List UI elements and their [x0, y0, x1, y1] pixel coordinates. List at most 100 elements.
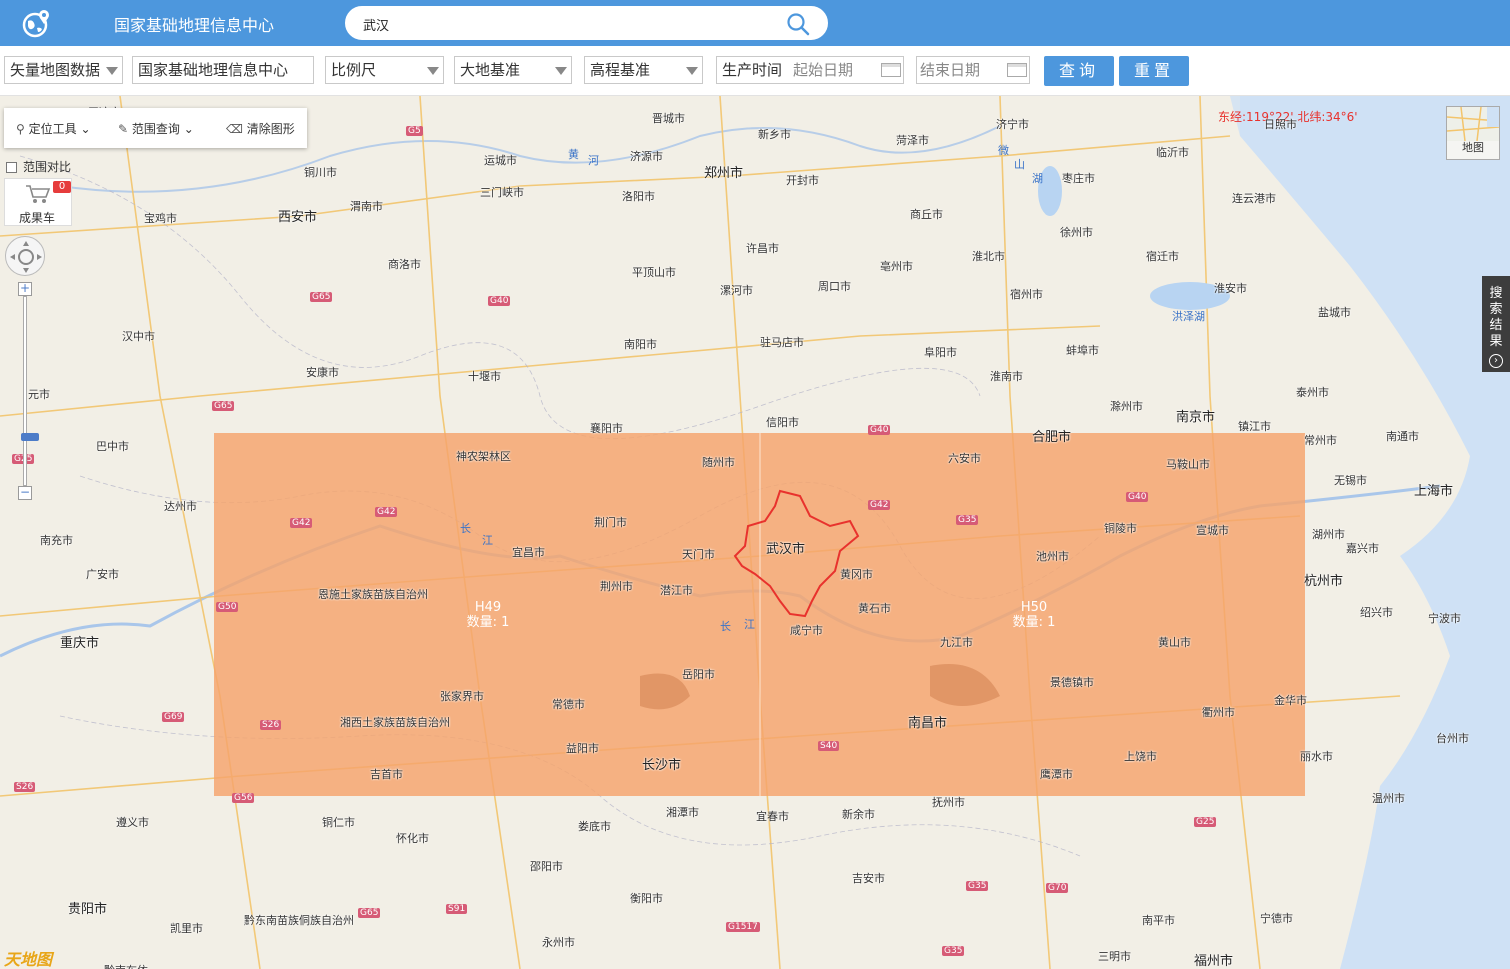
- city-label[interactable]: 漯河市: [720, 282, 753, 298]
- city-label[interactable]: 黄山市: [1158, 634, 1191, 650]
- zoom-slider-thumb[interactable]: [21, 433, 39, 441]
- query-button[interactable]: 查询: [1044, 56, 1114, 86]
- city-label[interactable]: 张家界市: [440, 688, 484, 704]
- city-label[interactable]: 马鞍山市: [1166, 456, 1210, 472]
- city-label[interactable]: 广安市: [86, 566, 119, 582]
- city-label[interactable]: 绍兴市: [1360, 604, 1393, 620]
- city-label[interactable]: 宿迁市: [1146, 248, 1179, 264]
- city-label[interactable]: 开封市: [786, 172, 819, 188]
- city-label[interactable]: 新余市: [842, 806, 875, 822]
- city-label[interactable]: 十堰市: [468, 368, 501, 384]
- city-label[interactable]: 泰州市: [1296, 384, 1329, 400]
- city-label[interactable]: 温州市: [1372, 790, 1405, 806]
- city-label[interactable]: 平顶山市: [632, 264, 676, 280]
- city-label[interactable]: 新乡市: [758, 126, 791, 142]
- pan-control[interactable]: [5, 236, 45, 276]
- city-label[interactable]: 抚州市: [932, 794, 965, 810]
- city-label[interactable]: 黔东南苗族侗族自治州: [244, 912, 354, 928]
- city-label[interactable]: 湘潭市: [666, 804, 699, 820]
- city-label[interactable]: 铜仁市: [322, 814, 355, 830]
- city-label[interactable]: 随州市: [702, 454, 735, 470]
- zoom-in-button[interactable]: +: [18, 282, 32, 296]
- city-label[interactable]: 安康市: [306, 364, 339, 380]
- city-label[interactable]: 达州市: [164, 498, 197, 514]
- city-label[interactable]: 襄阳市: [590, 420, 623, 436]
- range-compare-checkbox[interactable]: [6, 162, 17, 173]
- city-label[interactable]: 天门市: [682, 546, 715, 562]
- city-label[interactable]: 宣城市: [1196, 522, 1229, 538]
- city-label[interactable]: 鹰潭市: [1040, 766, 1073, 782]
- city-label[interactable]: 台州市: [1436, 730, 1469, 746]
- city-label[interactable]: 宜春市: [756, 808, 789, 824]
- city-label[interactable]: 南昌市: [908, 712, 947, 731]
- city-label[interactable]: 宁波市: [1428, 610, 1461, 626]
- city-label[interactable]: 许昌市: [746, 240, 779, 256]
- city-label[interactable]: 铜川市: [304, 164, 337, 180]
- map-canvas[interactable]: 东经:119°22' 北纬:34°6' H49 数量: 1 H50 数量: 1 …: [0, 96, 1510, 969]
- city-label[interactable]: 黔南布依: [104, 962, 148, 969]
- city-label[interactable]: 汉中市: [122, 328, 155, 344]
- city-label[interactable]: 驻马店市: [760, 334, 804, 350]
- city-label[interactable]: 湘西土家族苗族自治州: [340, 714, 450, 730]
- city-label[interactable]: 娄底市: [578, 818, 611, 834]
- city-label[interactable]: 盐城市: [1318, 304, 1351, 320]
- city-label[interactable]: 连云港市: [1232, 190, 1276, 206]
- city-label[interactable]: 运城市: [484, 152, 517, 168]
- city-label[interactable]: 南平市: [1142, 912, 1175, 928]
- zoom-out-button[interactable]: −: [18, 486, 32, 500]
- city-label[interactable]: 临沂市: [1156, 144, 1189, 160]
- city-label[interactable]: 南充市: [40, 532, 73, 548]
- city-label[interactable]: 淮北市: [972, 248, 1005, 264]
- city-label[interactable]: 阜阳市: [924, 344, 957, 360]
- city-label[interactable]: 南通市: [1386, 428, 1419, 444]
- reset-button[interactable]: 重置: [1119, 56, 1189, 86]
- clear-shapes-button[interactable]: ⌫ 清除图形: [226, 120, 295, 137]
- search-results-tab[interactable]: 搜索结果 ›: [1482, 276, 1510, 372]
- city-label[interactable]: 遵义市: [116, 814, 149, 830]
- city-label[interactable]: 宝鸡市: [144, 210, 177, 226]
- city-label[interactable]: 蚌埠市: [1066, 342, 1099, 358]
- city-label[interactable]: 南阳市: [624, 336, 657, 352]
- city-label[interactable]: 凯里市: [170, 920, 203, 936]
- city-label[interactable]: 湖州市: [1312, 526, 1345, 542]
- city-label[interactable]: 周口市: [818, 278, 851, 294]
- city-label[interactable]: 池州市: [1036, 548, 1069, 564]
- city-label[interactable]: 商丘市: [910, 206, 943, 222]
- city-label[interactable]: 岳阳市: [682, 666, 715, 682]
- geodetic-datum-select[interactable]: 大地基准: [454, 56, 572, 84]
- city-label[interactable]: 贵阳市: [68, 898, 107, 917]
- city-label[interactable]: 杭州市: [1304, 570, 1343, 589]
- city-label[interactable]: 荆门市: [594, 514, 627, 530]
- city-label[interactable]: 黄石市: [858, 600, 891, 616]
- search-icon[interactable]: [786, 12, 810, 36]
- city-label[interactable]: 常德市: [552, 696, 585, 712]
- city-label[interactable]: 济源市: [630, 148, 663, 164]
- range-query-button[interactable]: ✎ 范围查询 ⌄: [118, 120, 194, 137]
- city-label[interactable]: 南京市: [1176, 406, 1215, 425]
- city-label[interactable]: 上饶市: [1124, 748, 1157, 764]
- city-label[interactable]: 无锡市: [1334, 472, 1367, 488]
- city-label[interactable]: 九江市: [940, 634, 973, 650]
- results-cart-button[interactable]: 0 成果车: [4, 178, 72, 226]
- end-date-input[interactable]: 结束日期: [916, 56, 1030, 84]
- city-label[interactable]: 渭南市: [350, 198, 383, 214]
- city-label[interactable]: 合肥市: [1032, 426, 1071, 445]
- city-label[interactable]: 镇江市: [1238, 418, 1271, 434]
- city-label[interactable]: 邵阳市: [530, 858, 563, 874]
- city-label[interactable]: 淮南市: [990, 368, 1023, 384]
- city-label[interactable]: 咸宁市: [790, 622, 823, 638]
- search-input[interactable]: [363, 15, 763, 33]
- start-date-input[interactable]: 起始日期: [790, 56, 904, 84]
- city-label[interactable]: 怀化市: [396, 830, 429, 846]
- city-label[interactable]: 永州市: [542, 934, 575, 950]
- city-label[interactable]: 衡阳市: [630, 890, 663, 906]
- city-label[interactable]: 福州市: [1194, 950, 1233, 969]
- city-label[interactable]: 吉安市: [852, 870, 885, 886]
- city-label[interactable]: 恩施土家族苗族自治州: [318, 586, 428, 602]
- city-label[interactable]: 衢州市: [1202, 704, 1235, 720]
- city-label[interactable]: 信阳市: [766, 414, 799, 430]
- city-label[interactable]: 金华市: [1274, 692, 1307, 708]
- city-label[interactable]: 徐州市: [1060, 224, 1093, 240]
- city-label[interactable]: 六安市: [948, 450, 981, 466]
- calendar-icon[interactable]: [881, 63, 901, 77]
